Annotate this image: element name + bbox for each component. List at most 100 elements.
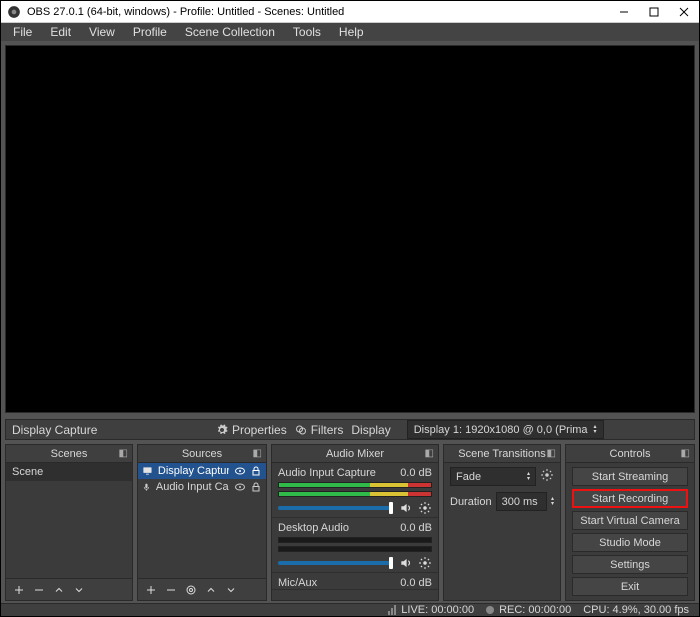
dock-audio-mixer: Audio Mixer ◧ Audio Input Capture 0.0 dB [271, 444, 439, 601]
volume-slider[interactable] [278, 506, 393, 510]
scene-item[interactable]: Scene [6, 463, 132, 481]
filters-label: Filters [311, 423, 344, 437]
monitor-icon [142, 465, 153, 477]
visibility-icon[interactable] [234, 465, 246, 477]
menu-profile[interactable]: Profile [125, 23, 175, 41]
menu-scene-collection[interactable]: Scene Collection [177, 23, 283, 41]
start-streaming-button[interactable]: Start Streaming [572, 467, 688, 486]
dock-scene-transitions: Scene Transitions◧ Fade ▴▾ Duration 300 … [443, 444, 561, 601]
signal-icon [388, 605, 396, 615]
source-label: Display Capture [158, 465, 229, 477]
popout-icon[interactable]: ◧ [681, 448, 690, 459]
remove-scene-button[interactable] [32, 583, 46, 597]
dock-scenes: Scenes ◧ Scene [5, 444, 133, 601]
scene-up-button[interactable] [52, 583, 66, 597]
source-properties-button[interactable] [184, 583, 198, 597]
preview-canvas[interactable] [5, 45, 695, 413]
mic-icon [142, 481, 151, 493]
rec-dot-icon [486, 606, 494, 614]
gear-icon [216, 424, 228, 436]
popout-icon[interactable]: ◧ [547, 448, 556, 459]
menubar: File Edit View Profile Scene Collection … [1, 23, 699, 41]
popout-icon[interactable]: ◧ [119, 448, 128, 459]
channel-name: Desktop Audio [278, 522, 349, 534]
minimize-button[interactable] [609, 1, 639, 23]
lock-icon[interactable] [250, 481, 262, 493]
source-item-audio-input[interactable]: Audio Input Captu… [138, 479, 266, 495]
lock-icon[interactable] [250, 465, 262, 477]
source-up-button[interactable] [204, 583, 218, 597]
source-label: Audio Input Captu… [156, 481, 229, 493]
selected-source-name: Display Capture [6, 423, 216, 437]
app-icon [7, 5, 21, 19]
filters-button[interactable]: Filters [295, 423, 344, 437]
add-scene-button[interactable] [12, 583, 26, 597]
window-title: OBS 27.0.1 (64-bit, windows) - Profile: … [27, 6, 344, 18]
titlebar: OBS 27.0.1 (64-bit, windows) - Profile: … [1, 1, 699, 23]
properties-label: Properties [232, 423, 287, 437]
channel-name: Audio Input Capture [278, 467, 376, 479]
dock-scenes-title: Scenes [51, 448, 88, 460]
menu-file[interactable]: File [5, 23, 40, 41]
source-properties-bar: Display Capture Properties Filters Displ… [5, 419, 695, 440]
spinner-icon[interactable]: ▴▾ [551, 497, 554, 507]
vu-meter [278, 537, 432, 543]
popout-icon[interactable]: ◧ [253, 448, 262, 459]
menu-view[interactable]: View [81, 23, 123, 41]
remove-source-button[interactable] [164, 583, 178, 597]
volume-slider[interactable] [278, 561, 393, 565]
start-virtual-camera-button[interactable]: Start Virtual Camera [572, 511, 688, 530]
filters-icon [295, 424, 307, 436]
display-select[interactable]: Display 1: 1920x1080 @ 0,0 (Prima ▴▾ [407, 420, 604, 439]
close-button[interactable] [669, 1, 699, 23]
vu-meter [278, 482, 432, 488]
channel-level: 0.0 dB [400, 467, 432, 479]
transition-type-select[interactable]: Fade ▴▾ [450, 467, 536, 486]
dock-sources: Sources ◧ Display Capture Audio Input Cap… [137, 444, 267, 601]
duration-spinner[interactable]: 300 ms [496, 492, 547, 511]
dock-transitions-title: Scene Transitions [458, 448, 545, 460]
duration-label: Duration [450, 496, 492, 508]
channel-level: 0.0 dB [400, 577, 432, 589]
vu-meter [278, 491, 432, 497]
statusbar: LIVE: 00:00:00 REC: 00:00:00 CPU: 4.9%, … [1, 603, 699, 616]
maximize-button[interactable] [639, 1, 669, 23]
mixer-channel: Desktop Audio 0.0 dB [272, 518, 438, 573]
dock-controls-title: Controls [610, 448, 651, 460]
speaker-icon[interactable] [399, 556, 413, 570]
start-recording-button[interactable]: Start Recording [572, 489, 688, 508]
status-rec: REC: 00:00:00 [499, 604, 571, 616]
spinner-icon: ▴▾ [594, 425, 597, 435]
scene-down-button[interactable] [72, 583, 86, 597]
channel-name: Mic/Aux [278, 577, 317, 589]
status-live: LIVE: 00:00:00 [401, 604, 474, 616]
menu-tools[interactable]: Tools [285, 23, 329, 41]
preview-wrap [1, 41, 699, 417]
settings-button[interactable]: Settings [572, 555, 688, 574]
exit-button[interactable]: Exit [572, 577, 688, 596]
display-value: Display 1: 1920x1080 @ 0,0 (Prima [414, 424, 588, 436]
channel-level: 0.0 dB [400, 522, 432, 534]
studio-mode-button[interactable]: Studio Mode [572, 533, 688, 552]
mixer-channel: Mic/Aux 0.0 dB [272, 573, 438, 590]
dock-mixer-title: Audio Mixer [326, 448, 384, 460]
visibility-icon[interactable] [234, 481, 246, 493]
speaker-icon[interactable] [399, 501, 413, 515]
popout-icon[interactable]: ◧ [425, 448, 434, 459]
source-down-button[interactable] [224, 583, 238, 597]
gear-icon[interactable] [418, 501, 432, 515]
duration-value: 300 ms [502, 496, 538, 508]
properties-button[interactable]: Properties [216, 423, 287, 437]
gear-icon[interactable] [418, 556, 432, 570]
display-label: Display [351, 423, 390, 437]
mixer-channel: Audio Input Capture 0.0 dB [272, 463, 438, 518]
transition-type-value: Fade [456, 471, 481, 483]
add-source-button[interactable] [144, 583, 158, 597]
spinner-icon: ▴▾ [527, 472, 530, 482]
menu-help[interactable]: Help [331, 23, 372, 41]
menu-edit[interactable]: Edit [42, 23, 79, 41]
vu-meter [278, 546, 432, 552]
dock-sources-title: Sources [182, 448, 222, 460]
transition-properties-button[interactable] [540, 468, 554, 485]
source-item-display-capture[interactable]: Display Capture [138, 463, 266, 479]
